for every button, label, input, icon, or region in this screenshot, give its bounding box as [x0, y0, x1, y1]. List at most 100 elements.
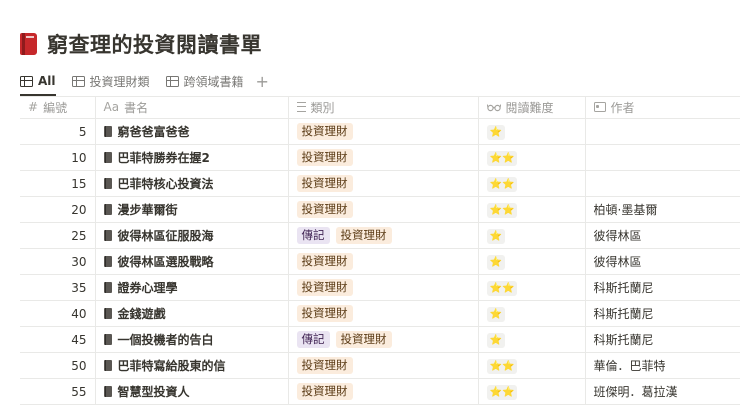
book-icon — [103, 126, 112, 137]
author-cell[interactable]: 華倫．巴菲特 — [585, 352, 740, 379]
name-cell[interactable]: 窮爸爸富爸爸 — [95, 118, 289, 145]
number-cell[interactable]: 10 — [20, 144, 96, 171]
category-cell[interactable]: 傳記 投資理財 — [288, 326, 479, 353]
difficulty-cell[interactable]: ⭐⭐ — [478, 144, 586, 171]
tab-cross-domain[interactable]: 跨領域書籍 — [165, 66, 244, 96]
category-cell[interactable]: 投資理財 — [288, 170, 479, 197]
name-cell[interactable]: 漫步華爾街 — [95, 196, 289, 223]
name-cell[interactable]: 巴菲特勝券在握2 — [95, 144, 289, 171]
book-number: 20 — [71, 202, 87, 217]
difficulty-cell[interactable]: ⭐⭐ — [478, 352, 586, 379]
book-number: 10 — [71, 150, 87, 165]
author-cell[interactable] — [585, 144, 740, 171]
name-cell[interactable]: 彼得林區選股戰略 — [95, 248, 289, 275]
author-cell[interactable]: 科斯托蘭尼 — [585, 326, 740, 353]
difficulty-cell[interactable]: ⭐ — [478, 326, 586, 353]
column-header-label: 類別 — [310, 100, 335, 115]
author-name: 科斯托蘭尼 — [593, 333, 654, 347]
book-icon — [103, 230, 112, 241]
name-cell[interactable]: 彼得林區征服股海 — [95, 222, 289, 249]
number-cell[interactable]: 40 — [20, 300, 96, 327]
difficulty-cell[interactable]: ⭐ — [478, 222, 586, 249]
category-cell[interactable]: 投資理財 — [288, 274, 479, 301]
category-cell[interactable]: 投資理財 — [288, 248, 479, 275]
author-cell[interactable]: 班傑明．葛拉漢 — [585, 378, 740, 405]
tag-investment: 投資理財 — [335, 331, 392, 348]
author-cell[interactable]: 柏頓·墨基爾 — [585, 196, 740, 223]
category-cell[interactable]: 投資理財 — [288, 352, 479, 379]
author-cell[interactable]: 科斯托蘭尼 — [585, 274, 740, 301]
category-cell[interactable]: 投資理財 — [288, 300, 479, 327]
column-header-author[interactable]: 作者 — [585, 96, 740, 119]
difficulty-cell[interactable]: ⭐ — [478, 248, 586, 275]
add-view-plus-icon[interactable]: + — [256, 72, 269, 91]
number-cell[interactable]: 15 — [20, 170, 96, 197]
number-cell[interactable]: 5 — [20, 118, 96, 145]
table-row[interactable]: 40 金錢遊戲 投資理財 ⭐ 科斯托蘭尼 — [20, 300, 740, 327]
table-row[interactable]: 10 巴菲特勝券在握2 投資理財 ⭐⭐ — [20, 144, 740, 171]
book-title: 彼得林區選股戰略 — [117, 255, 214, 269]
name-cell[interactable]: 證券心理學 — [95, 274, 289, 301]
number-cell[interactable]: 50 — [20, 352, 96, 379]
table-row[interactable]: 25 彼得林區征服股海 傳記 投資理財 ⭐ 彼得林區 — [20, 222, 740, 249]
table-row[interactable]: 35 證券心理學 投資理財 ⭐⭐ 科斯托蘭尼 — [20, 274, 740, 301]
tag-investment: 投資理財 — [296, 253, 353, 270]
column-header-difficulty[interactable]: 閱讀難度 — [478, 96, 586, 119]
number-cell[interactable]: 55 — [20, 378, 96, 405]
name-cell[interactable]: 一個投機者的告白 — [95, 326, 289, 353]
table-row[interactable]: 15 巴菲特核心投資法 投資理財 ⭐⭐ — [20, 170, 740, 197]
tab-investment[interactable]: 投資理財類 — [71, 66, 150, 96]
author-cell[interactable]: 科斯托蘭尼 — [585, 300, 740, 327]
name-cell[interactable]: 金錢遊戲 — [95, 300, 289, 327]
difficulty-cell[interactable]: ⭐⭐ — [478, 170, 586, 197]
table-row[interactable]: 55 智慧型投資人 投資理財 ⭐⭐ 班傑明．葛拉漢 — [20, 378, 740, 405]
author-cell[interactable] — [585, 118, 740, 145]
book-title: 金錢遊戲 — [117, 307, 166, 321]
number-cell[interactable]: 45 — [20, 326, 96, 353]
table-row[interactable]: 50 巴菲特寫給股東的信 投資理財 ⭐⭐ 華倫．巴菲特 — [20, 352, 740, 379]
book-number: 25 — [71, 228, 87, 243]
difficulty-cell[interactable]: ⭐ — [478, 118, 586, 145]
table-header-row: # 編號 Aa 書名 類別 閱讀難度 作者 — [20, 96, 740, 119]
difficulty-cell[interactable]: ⭐⭐ — [478, 196, 586, 223]
category-cell[interactable]: 投資理財 — [288, 378, 479, 405]
number-cell[interactable]: 20 — [20, 196, 96, 223]
difficulty-cell[interactable]: ⭐⭐ — [478, 274, 586, 301]
number-cell[interactable]: 30 — [20, 248, 96, 275]
tab-all[interactable]: All — [20, 66, 56, 96]
category-cell[interactable]: 投資理財 — [288, 144, 479, 171]
author-name: 科斯托蘭尼 — [593, 307, 654, 321]
column-header-number[interactable]: # 編號 — [20, 96, 96, 119]
difficulty-stars: ⭐⭐ — [486, 202, 518, 218]
author-name: 彼得林區 — [593, 229, 642, 243]
book-icon — [103, 256, 112, 267]
number-cell[interactable]: 25 — [20, 222, 96, 249]
text-type-icon: Aa — [103, 100, 120, 114]
table-row[interactable]: 45 一個投機者的告白 傳記 投資理財 ⭐ 科斯托蘭尼 — [20, 326, 740, 353]
author-cell[interactable]: 彼得林區 — [585, 248, 740, 275]
book-icon — [103, 178, 112, 189]
tag-investment: 投資理財 — [335, 227, 392, 244]
name-cell[interactable]: 智慧型投資人 — [95, 378, 289, 405]
table-row[interactable]: 30 彼得林區選股戰略 投資理財 ⭐ 彼得林區 — [20, 248, 740, 275]
author-cell[interactable]: 彼得林區 — [585, 222, 740, 249]
page: 窮查理的投資閱讀書單 All 投資理財類 跨領域書籍 + # 編號 Aa 書名 … — [0, 0, 740, 405]
name-cell[interactable]: 巴菲特寫給股東的信 — [95, 352, 289, 379]
book-number: 30 — [71, 254, 87, 269]
category-cell[interactable]: 傳記 投資理財 — [288, 222, 479, 249]
difficulty-cell[interactable]: ⭐ — [478, 300, 586, 327]
author-name: 彼得林區 — [593, 255, 642, 269]
book-title: 巴菲特勝券在握2 — [117, 151, 210, 165]
category-cell[interactable]: 投資理財 — [288, 196, 479, 223]
table-row[interactable]: 5 窮爸爸富爸爸 投資理財 ⭐ — [20, 118, 740, 145]
number-cell[interactable]: 35 — [20, 274, 96, 301]
name-cell[interactable]: 巴菲特核心投資法 — [95, 170, 289, 197]
tag-investment: 投資理財 — [296, 305, 353, 322]
column-header-name[interactable]: Aa 書名 — [95, 96, 289, 119]
author-cell[interactable] — [585, 170, 740, 197]
category-cell[interactable]: 投資理財 — [288, 118, 479, 145]
difficulty-cell[interactable]: ⭐⭐ — [478, 378, 586, 405]
table-row[interactable]: 20 漫步華爾街 投資理財 ⭐⭐ 柏頓·墨基爾 — [20, 196, 740, 223]
author-name: 班傑明．葛拉漢 — [593, 385, 678, 399]
column-header-category[interactable]: 類別 — [288, 96, 479, 119]
